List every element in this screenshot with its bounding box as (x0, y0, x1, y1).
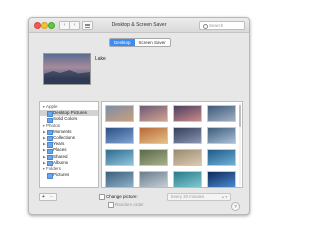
wallpaper-thumbnail[interactable] (207, 127, 236, 144)
preview-mountains (44, 70, 90, 78)
preview-water (44, 78, 90, 84)
desktop-preview-image (43, 53, 91, 85)
disclosure-triangle-icon[interactable]: ▶ (43, 160, 46, 166)
change-picture-checkbox[interactable] (99, 194, 105, 200)
sidebar-item-folders[interactable]: ▼ Folders (40, 166, 98, 172)
wallpaper-thumbnail[interactable] (207, 149, 236, 166)
disclosure-triangle-icon[interactable]: ▼ (42, 123, 45, 129)
wallpaper-thumbnail[interactable] (173, 149, 202, 166)
wallpaper-thumbnail[interactable] (105, 171, 134, 187)
disclosure-triangle-icon[interactable]: ▶ (43, 129, 46, 135)
disclosure-triangle-icon[interactable]: ▼ (42, 166, 45, 172)
search-icon (203, 23, 208, 29)
interval-dropdown[interactable]: Every 30 minutes ▲▼ (167, 193, 231, 201)
disclosure-triangle-icon[interactable]: ▶ (43, 141, 46, 147)
change-picture-label: Change picture: (106, 193, 138, 199)
disclosure-triangle-icon[interactable]: ▼ (42, 104, 45, 110)
source-list: ▼ Apple Desktop Pictures Solid Colors ▼ Photo… (39, 101, 99, 188)
disclosure-triangle-icon[interactable]: ▶ (43, 135, 46, 141)
picture-grid (101, 101, 243, 188)
random-order-checkbox[interactable] (108, 202, 114, 208)
sidebar-item-collections[interactable]: ▶ Collections (40, 135, 98, 142)
sidebar-item-label: Apple (46, 104, 58, 109)
search-placeholder: Search (209, 23, 224, 28)
title-bar: ‹ › Desktop & Screen Saver Search (29, 18, 249, 33)
sidebar-item-shared[interactable]: ▶ Shared (40, 153, 98, 161)
tab-screen-saver[interactable]: Screen Saver (135, 39, 170, 46)
search-field[interactable]: Search (199, 21, 245, 30)
sidebar-item-label: Folders (46, 166, 62, 171)
sidebar-item-photos[interactable]: ▼ Photos (40, 123, 98, 129)
disclosure-triangle-icon[interactable]: ▶ (43, 154, 46, 160)
sidebar-item-albums[interactable]: ▶ Albums (40, 159, 98, 167)
tab-desktop[interactable]: Desktop (110, 39, 135, 46)
sidebar-item-apple[interactable]: ▼ Apple (40, 104, 98, 110)
sidebar-item-label: Photos (46, 122, 61, 128)
sidebar-item-label: Pictures (53, 172, 70, 178)
scrollbar-thumb[interactable] (239, 105, 241, 127)
wallpaper-thumbnail[interactable] (139, 171, 168, 187)
wallpaper-thumbnail[interactable] (207, 105, 236, 122)
forward-button[interactable]: › (69, 21, 80, 30)
sidebar-item-moments[interactable]: ▶ Moments (40, 128, 98, 136)
wallpaper-thumbnail[interactable] (207, 171, 236, 187)
wallpaper-thumbnail[interactable] (139, 127, 168, 144)
wallpaper-thumbnail[interactable] (139, 105, 168, 122)
sidebar-item-years[interactable]: ▶ Years (40, 141, 98, 148)
disclosure-triangle-icon[interactable]: ▶ (43, 147, 46, 153)
zoom-button[interactable] (48, 22, 55, 29)
close-button[interactable] (34, 22, 41, 29)
minimize-button[interactable] (41, 22, 48, 29)
wallpaper-thumbnail[interactable] (105, 105, 134, 122)
wallpaper-thumbnail[interactable] (173, 105, 202, 122)
sidebar-item-label: Moments (53, 128, 72, 134)
interval-value: Every 30 minutes (171, 194, 205, 199)
window-title: Desktop & Screen Saver (111, 22, 167, 28)
sidebar-item-label: Desktop Pictures (53, 110, 88, 116)
desktop-screensaver-window: ‹ › Desktop & Screen Saver Search Deskto… (28, 17, 250, 215)
remove-folder-button[interactable]: – (50, 194, 53, 200)
sidebar-item-desktop-pictures[interactable]: Desktop Pictures (40, 110, 98, 117)
wallpaper-thumbnail[interactable] (105, 149, 134, 166)
sidebar-item-label: Collections (53, 135, 76, 140)
add-remove-folder-buttons: + – (39, 193, 57, 201)
sidebar-item-label: Shared (53, 153, 68, 159)
current-picture-name: Lake (95, 56, 106, 62)
wallpaper-thumbnail[interactable] (105, 127, 134, 144)
help-button[interactable]: ? (231, 202, 240, 211)
wallpaper-thumbnail[interactable] (173, 171, 202, 187)
sidebar-item-label: Solid Colors (53, 116, 78, 122)
sidebar-item-pictures[interactable]: Pictures (40, 172, 98, 179)
sidebar-item-solid-colors[interactable]: Solid Colors (40, 116, 98, 123)
wallpaper-thumbnail[interactable] (173, 127, 202, 144)
sidebar-item-label: Places (53, 147, 67, 153)
wallpaper-thumbnail[interactable] (139, 149, 168, 166)
random-order-label: Random order (115, 201, 144, 207)
sidebar-item-places[interactable]: ▶ Places (40, 147, 98, 154)
sidebar-item-label: Years (53, 141, 65, 147)
show-all-grid-icon[interactable] (82, 21, 93, 30)
dropdown-arrows-icon: ▲▼ (221, 195, 228, 199)
add-folder-button[interactable]: + (42, 194, 45, 200)
segmented-tabs: Desktop Screen Saver (109, 38, 171, 47)
sidebar-item-label: Albums (53, 159, 69, 165)
